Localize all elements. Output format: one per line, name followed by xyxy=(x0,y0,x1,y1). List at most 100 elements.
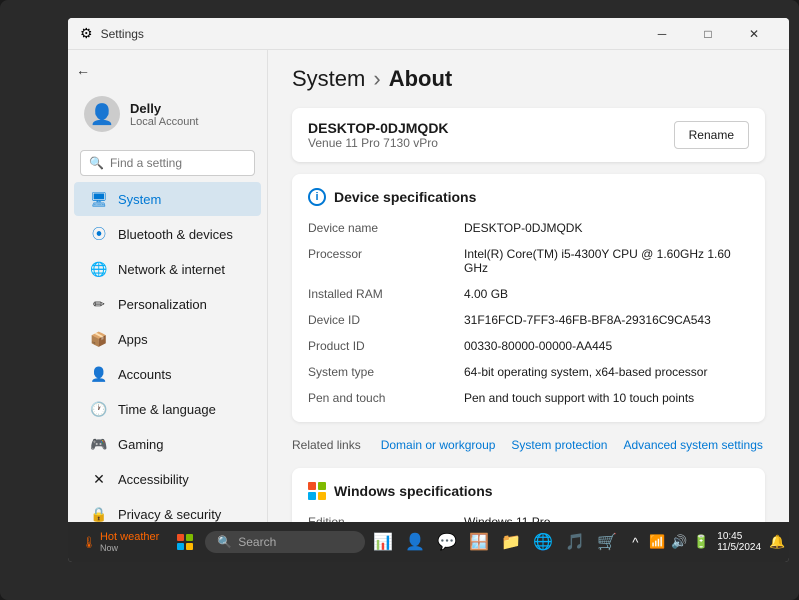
taskbar-icon-store[interactable]: 🛒 xyxy=(593,528,621,556)
taskbar-search[interactable]: 🔍 Search xyxy=(205,531,365,553)
taskbar-center: 🔍 Search 📊 👤 💬 🪟 📁 🌐 🎵 🛒 xyxy=(169,526,621,558)
tray-notification-icon[interactable]: 🔔 xyxy=(767,532,787,552)
accounts-icon: 👤 xyxy=(90,365,108,383)
network-icon: 🌐 xyxy=(90,260,108,278)
windows-logo-icon xyxy=(308,482,326,500)
close-button[interactable]: ✕ xyxy=(731,18,777,50)
sidebar-item-gaming-label: Gaming xyxy=(118,437,164,452)
breadcrumb: System › About xyxy=(292,66,765,92)
related-link-advanced[interactable]: Advanced system settings xyxy=(623,434,762,456)
accessibility-icon: ✕ xyxy=(90,470,108,488)
taskbar-right: ^ 📶 🔊 🔋 10:45 11/5/2024 🔔 xyxy=(625,531,787,553)
spec-value-1: Intel(R) Core(TM) i5-4300Y CPU @ 1.60GHz… xyxy=(464,244,749,278)
tray-network-icon[interactable]: 📶 xyxy=(647,532,667,552)
minimize-button[interactable]: ─ xyxy=(639,18,685,50)
spec-label-3: Device ID xyxy=(308,310,448,330)
taskbar-left: 🌡 Hot weather Now xyxy=(76,529,165,555)
search-icon: 🔍 xyxy=(89,156,104,170)
taskbar-icon-windows[interactable]: 🪟 xyxy=(465,528,493,556)
settings-search-container: 🔍 xyxy=(80,150,255,176)
user-name: Delly xyxy=(130,101,199,116)
tray-battery-icon[interactable]: 🔋 xyxy=(691,532,711,552)
taskbar-icon-folder[interactable]: 📁 xyxy=(497,528,525,556)
tray-up-arrow[interactable]: ^ xyxy=(625,532,645,552)
windows-specs-grid: Edition Windows 11 Pro Version 21H2 Inst… xyxy=(308,512,749,522)
back-button[interactable]: ← xyxy=(76,62,90,78)
screen: ⚙ Settings ─ □ ✕ ← xyxy=(68,18,789,562)
weather-widget[interactable]: 🌡 Hot weather Now xyxy=(76,529,165,555)
sidebar-item-system[interactable]: 🖥 System xyxy=(74,182,261,216)
title-bar: ⚙ Settings ─ □ ✕ xyxy=(68,18,789,50)
sidebar-item-accounts[interactable]: 👤 Accounts xyxy=(74,357,261,391)
start-button[interactable] xyxy=(169,526,201,558)
spec-value-6: Pen and touch support with 10 touch poin… xyxy=(464,388,749,408)
sidebar-item-time[interactable]: 🕐 Time & language xyxy=(74,392,261,426)
related-link-domain[interactable]: Domain or workgroup xyxy=(381,434,496,456)
spec-value-5: 64-bit operating system, x64-based proce… xyxy=(464,362,749,382)
related-link-protection[interactable]: System protection xyxy=(511,434,607,456)
sidebar-item-bluetooth-label: Bluetooth & devices xyxy=(118,227,233,242)
info-icon: i xyxy=(308,188,326,206)
weather-icon: 🌡 xyxy=(82,536,96,549)
privacy-icon: 🔒 xyxy=(90,505,108,522)
taskbar: 🌡 Hot weather Now xyxy=(68,522,789,562)
win-spec-value-0: Windows 11 Pro xyxy=(464,512,749,522)
taskbar-icon-media[interactable]: 🎵 xyxy=(561,528,589,556)
related-links: Related links Domain or workgroup System… xyxy=(292,434,765,456)
device-specs-card: i Device specifications Device name DESK… xyxy=(292,174,765,422)
taskbar-icon-browser[interactable]: 🌐 xyxy=(529,528,557,556)
maximize-button[interactable]: □ xyxy=(685,18,731,50)
taskbar-icon-user[interactable]: 👤 xyxy=(401,528,429,556)
weather-time: Now xyxy=(100,543,159,553)
bluetooth-icon: ⦿ xyxy=(90,225,108,243)
spec-label-6: Pen and touch xyxy=(308,388,448,408)
device-specs-title: i Device specifications xyxy=(308,188,749,206)
user-section: 👤 Delly Local Account xyxy=(68,84,267,144)
windows-specs-title: Windows specifications xyxy=(308,482,749,500)
time-icon: 🕐 xyxy=(90,400,108,418)
sidebar-item-personalization-label: Personalization xyxy=(118,297,207,312)
settings-window: ⚙ Settings ─ □ ✕ ← xyxy=(68,18,789,522)
rename-button[interactable]: Rename xyxy=(674,121,749,149)
taskbar-icon-chat[interactable]: 💬 xyxy=(433,528,461,556)
weather-text: Hot weather xyxy=(100,531,159,543)
title-bar-text: Settings xyxy=(101,27,144,41)
device-model: Venue 11 Pro 7130 vPro xyxy=(308,136,449,150)
sidebar: ← 👤 Delly Local Account � xyxy=(68,50,268,522)
related-links-label: Related links xyxy=(292,434,361,456)
sidebar-item-network[interactable]: 🌐 Network & internet xyxy=(74,252,261,286)
sidebar-item-privacy[interactable]: 🔒 Privacy & security xyxy=(74,497,261,522)
spec-label-1: Processor xyxy=(308,244,448,278)
sidebar-item-system-label: System xyxy=(118,192,161,207)
personalization-icon: ✏ xyxy=(90,295,108,313)
breadcrumb-separator: › xyxy=(373,66,380,92)
taskbar-icon-chart[interactable]: 📊 xyxy=(369,528,397,556)
spec-value-0: DESKTOP-0DJMQDK xyxy=(464,218,749,238)
tray-volume-icon[interactable]: 🔊 xyxy=(669,532,689,552)
sidebar-item-gaming[interactable]: 🎮 Gaming xyxy=(74,427,261,461)
sidebar-item-network-label: Network & internet xyxy=(118,262,225,277)
user-info: Delly Local Account xyxy=(130,101,199,128)
tray-clock[interactable]: 10:45 11/5/2024 xyxy=(713,531,765,553)
main-content: System › About DESKTOP-0DJMQDK Venue 11 … xyxy=(268,50,789,522)
sidebar-item-privacy-label: Privacy & security xyxy=(118,507,221,522)
device-hostname: DESKTOP-0DJMQDK xyxy=(308,120,449,136)
spec-label-5: System type xyxy=(308,362,448,382)
avatar: 👤 xyxy=(84,96,120,132)
sidebar-item-apps-label: Apps xyxy=(118,332,148,347)
sidebar-item-time-label: Time & language xyxy=(118,402,216,417)
system-tray: ^ 📶 🔊 🔋 10:45 11/5/2024 🔔 xyxy=(625,531,787,553)
taskbar-search-icon: 🔍 xyxy=(217,535,232,549)
sidebar-nav: 🖥 System ⦿ Bluetooth & devices 🌐 Network… xyxy=(68,182,267,522)
win-spec-label-0: Edition xyxy=(308,512,448,522)
device-specs-grid: Device name DESKTOP-0DJMQDK Processor In… xyxy=(308,218,749,408)
breadcrumb-parent: System xyxy=(292,66,365,92)
sidebar-item-accessibility[interactable]: ✕ Accessibility xyxy=(74,462,261,496)
gaming-icon: 🎮 xyxy=(90,435,108,453)
sidebar-item-bluetooth[interactable]: ⦿ Bluetooth & devices xyxy=(74,217,261,251)
breadcrumb-current: About xyxy=(389,66,453,92)
settings-search-input[interactable] xyxy=(110,156,246,170)
sidebar-item-personalization[interactable]: ✏ Personalization xyxy=(74,287,261,321)
title-bar-controls: ─ □ ✕ xyxy=(639,18,777,50)
sidebar-item-apps[interactable]: 📦 Apps xyxy=(74,322,261,356)
